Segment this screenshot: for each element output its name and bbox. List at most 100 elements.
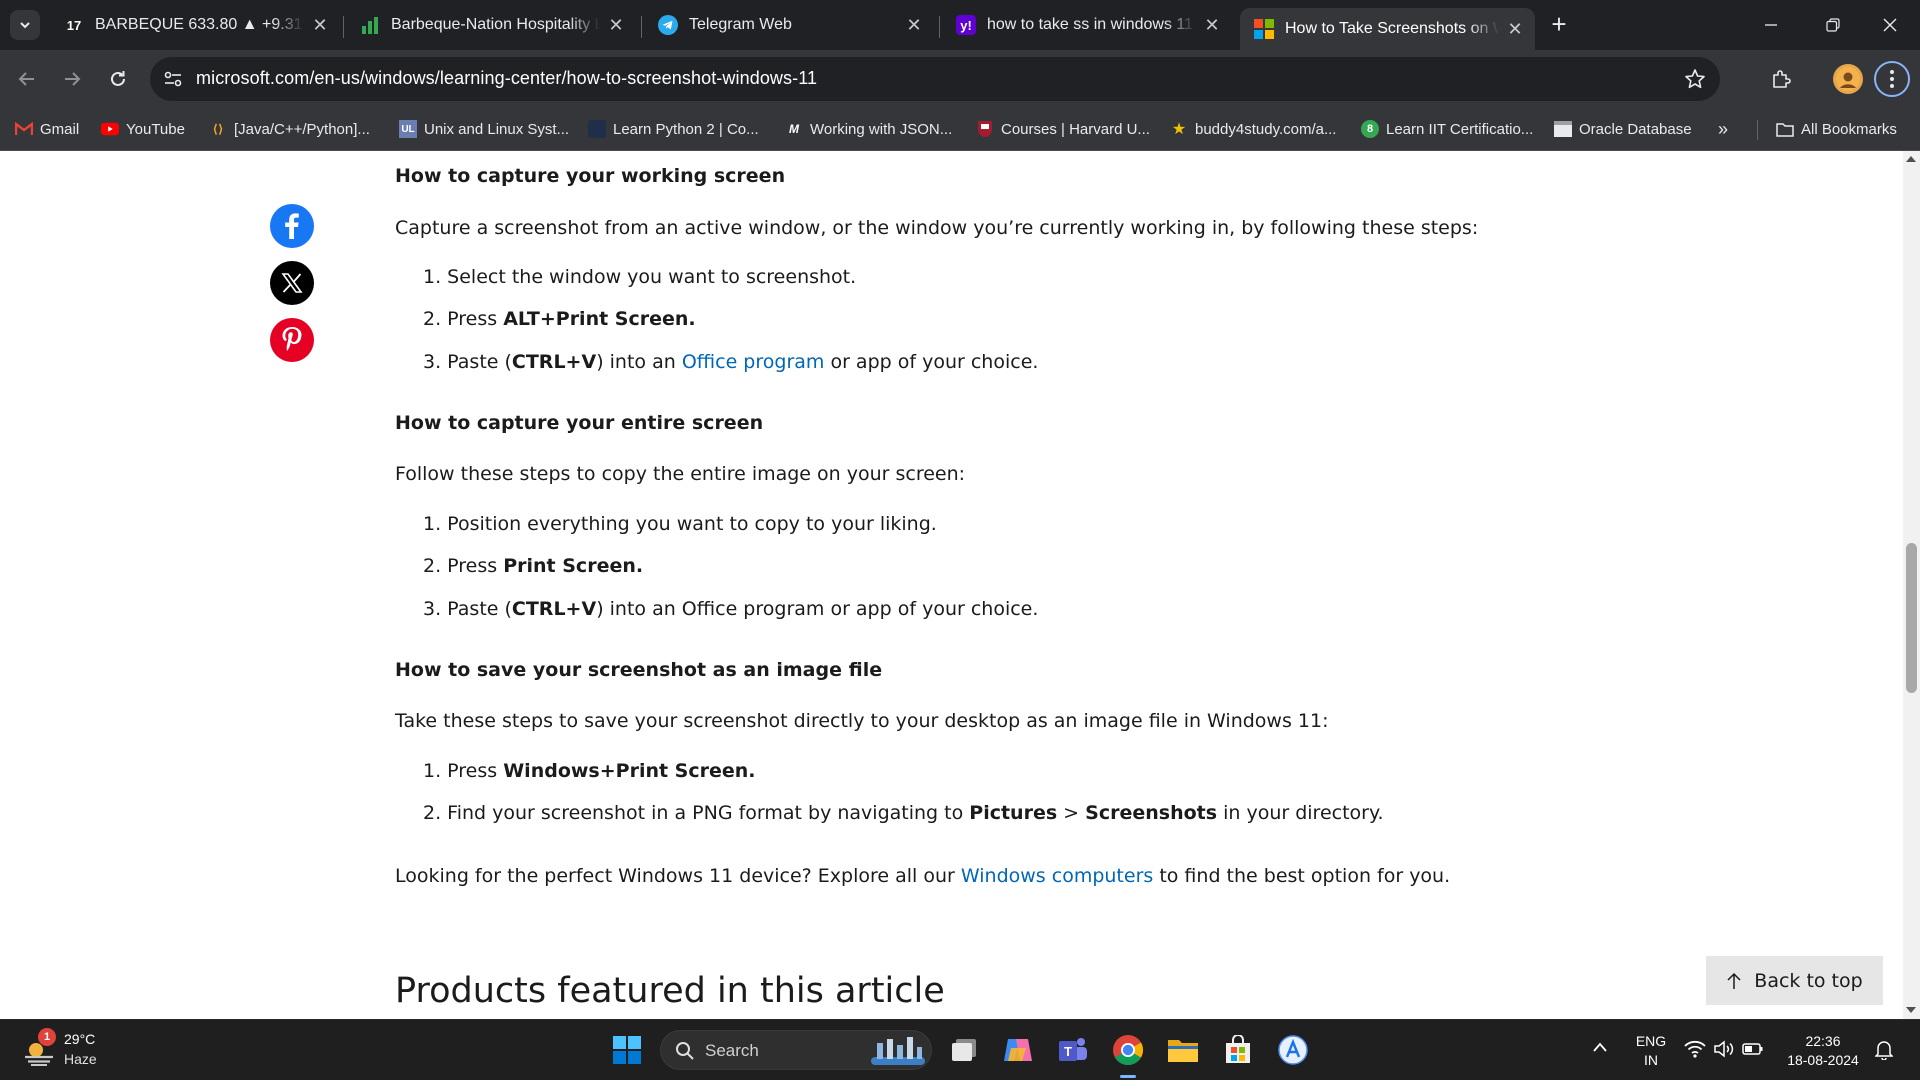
chevron-down-icon [20,22,30,29]
oracle-icon [1554,120,1572,138]
bookmarks-bar: Gmail YouTube ⟨⟩ [Java/C++/Python]... UL… [0,108,1920,151]
close-icon[interactable]: ✕ [904,15,924,36]
profile-avatar[interactable] [1833,64,1863,94]
chrome-menu-button[interactable] [1874,61,1910,97]
scroll-up-arrow-icon[interactable] [1906,156,1916,162]
tab-barbeque-nation[interactable]: Barbeque-Nation Hospitality Ltd ✕ [346,6,636,44]
chevron-double-right-icon: » [1718,118,1729,139]
close-icon[interactable]: ✕ [1505,19,1525,40]
share-pinterest-button[interactable] [270,318,314,362]
bookmark-label: YouTube [126,120,185,138]
extensions-button[interactable] [1766,64,1796,94]
taskbar-search-box[interactable]: Search [660,1030,932,1070]
close-window-button[interactable] [1860,0,1920,50]
medium-icon: M [789,122,799,136]
bookmark-oracle[interactable]: Oracle Database [1554,118,1692,140]
system-status-icons[interactable] [1684,1040,1764,1058]
back-button[interactable] [12,64,42,94]
bookmark-label: Learn Python 2 | Co... [613,120,759,138]
chrome-taskbar-button[interactable] [1110,1032,1146,1068]
start-button[interactable] [609,1032,645,1068]
address-bar[interactable]: microsoft.com/en-us/windows/learning-cen… [150,57,1720,101]
forward-button[interactable] [57,64,87,94]
bookmark-unix-linux[interactable]: UL Unix and Linux Syst... [399,118,569,140]
share-facebook-button[interactable] [270,204,314,248]
app-launcher-button[interactable] [1275,1032,1311,1068]
clock[interactable]: 22:36 18-08-2024 [1778,1032,1868,1070]
tab-barbeque-stock[interactable]: 17 BARBEQUE 633.80 ▲ +9.31% U ✕ [50,6,340,44]
region-code: IN [1644,1052,1658,1068]
minimize-button[interactable] [1741,0,1801,50]
scroll-down-arrow-icon[interactable] [1906,1007,1916,1013]
section-heading-save-file: How to save your screenshot as an image … [395,659,883,681]
microsoft-store-button[interactable] [1220,1032,1256,1068]
bookmark-star-icon[interactable] [1684,68,1706,90]
task-view-button[interactable] [946,1032,982,1068]
file-explorer-button[interactable] [1165,1032,1201,1068]
close-icon[interactable]: ✕ [1202,15,1222,36]
gmail-icon [15,120,33,138]
share-x-button[interactable] [270,261,314,305]
folder-icon [1168,1040,1198,1062]
tab-title: Barbeque-Nation Hospitality Ltd [391,16,600,33]
teams-button[interactable]: T [1055,1032,1091,1068]
bookmarks-overflow-button[interactable]: » [1718,118,1728,140]
arrow-up-icon [1727,972,1741,989]
page-scrollbar[interactable] [1903,151,1920,1019]
bookmark-label: Working with JSON... [810,120,953,138]
paragraph-working-intro: Capture a screenshot from an active wind… [395,217,1479,239]
tab-yahoo-search[interactable]: y! how to take ss in windows 11 - ✕ [942,6,1232,44]
list-item: 3. Paste (CTRL+V) into an Office program… [423,351,1039,373]
bookmark-json[interactable]: M Working with JSON... [785,118,952,140]
avatar-icon [1836,67,1860,91]
url-text[interactable]: microsoft.com/en-us/windows/learning-cen… [196,68,817,89]
copilot-button[interactable] [1000,1032,1036,1068]
tab-microsoft-screenshots[interactable]: How to Take Screenshots on Wi ✕ [1240,8,1535,50]
bookmark-label: Unix and Linux Syst... [424,120,570,138]
bookmark-java-cpp-python[interactable]: ⟨⟩ [Java/C++/Python]... [209,118,370,140]
bookmark-buddy4study[interactable]: ★ buddy4study.com/a... [1170,118,1337,140]
new-tab-button[interactable]: + [1544,10,1574,40]
windows-taskbar: 1 29°C Haze Search T ENG IN 22:36 18-08-… [0,1019,1920,1080]
language-indicator[interactable]: ENG IN [1626,1032,1676,1070]
tab-telegram[interactable]: Telegram Web ✕ [644,6,934,44]
section-heading-products: Products featured in this article [395,971,945,1011]
wifi-icon [1684,1040,1706,1058]
bookmark-harvard[interactable]: Courses | Harvard U... [976,118,1150,140]
bookmark-learn-python[interactable]: Learn Python 2 | Co... [588,118,759,140]
bookmark-label: Oracle Database [1579,120,1692,138]
bookmark-youtube[interactable]: YouTube [101,118,185,140]
close-icon[interactable]: ✕ [310,15,330,36]
browser-toolbar: microsoft.com/en-us/windows/learning-cen… [0,50,1920,108]
tab-title: How to Take Screenshots on Wi [1285,20,1499,37]
office-program-link[interactable]: Office program [682,351,825,373]
reload-button[interactable] [103,64,133,94]
list-item: 2. Press Print Screen. [423,555,644,577]
unix-icon: UL [399,120,417,138]
search-icon [676,1042,694,1060]
close-icon[interactable]: ✕ [606,15,626,36]
bookmark-gmail[interactable]: Gmail [15,118,79,140]
bar-chart-icon [360,15,380,35]
paragraph-entire-intro: Follow these steps to copy the entire im… [395,463,966,485]
scrollbar-thumb[interactable] [1906,543,1917,693]
windows-computers-link[interactable]: Windows computers [961,865,1153,887]
web-page: How to capture your working screen Captu… [0,151,1903,1019]
bookmark-iit-certification[interactable]: 8 Learn IIT Certificatio... [1361,118,1533,140]
notifications-button[interactable] [1874,1040,1894,1065]
show-hidden-icons-button[interactable] [1588,1039,1612,1058]
back-to-top-label: Back to top [1754,969,1863,992]
back-to-top-button[interactable]: Back to top [1706,956,1883,1005]
tab-strip: 17 BARBEQUE 633.80 ▲ +9.31% U ✕ Barbeque… [0,0,1920,50]
search-label: Search [705,1041,759,1060]
restore-button[interactable] [1803,0,1863,50]
weather-widget[interactable]: 1 29°C Haze [20,1028,160,1072]
paragraph-save-intro: Take these steps to save your screenshot… [395,710,1329,732]
all-bookmarks-button[interactable]: All Bookmarks [1776,118,1897,140]
star-badge-icon: ★ [1171,121,1187,138]
site-info-icon[interactable] [162,68,184,90]
tab-search-button[interactable] [10,10,40,40]
minimize-icon [1765,24,1777,26]
list-item: 1. Select the window you want to screens… [423,266,857,288]
tradingview-icon: 17 [66,17,82,33]
